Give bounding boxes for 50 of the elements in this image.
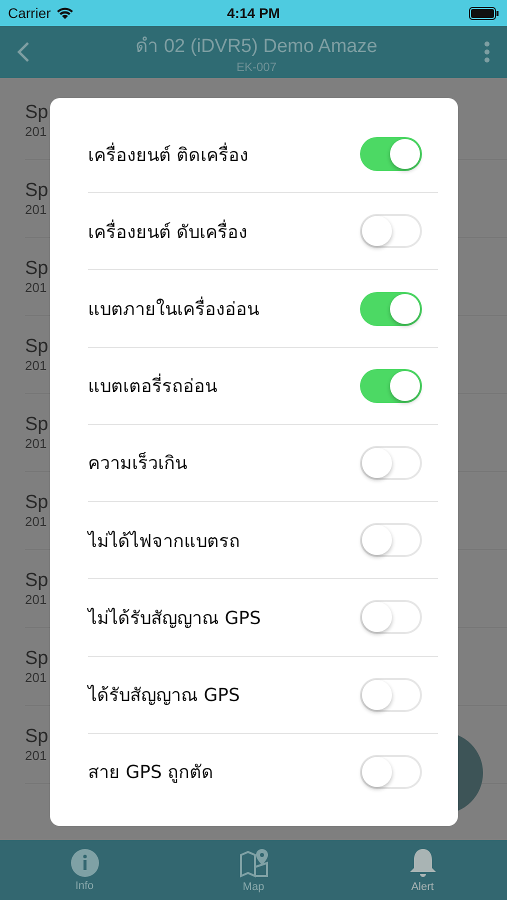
toggle-switch[interactable]	[360, 600, 422, 634]
alert-date: 201	[25, 124, 47, 139]
map-pin-icon	[238, 847, 270, 879]
vehicle-plate: EK-007	[236, 60, 277, 74]
toggle-switch[interactable]	[360, 446, 422, 480]
battery-icon	[469, 6, 499, 20]
alert-date: 201	[25, 592, 47, 607]
alert-title: Sp	[25, 726, 48, 748]
bell-icon	[408, 847, 438, 879]
alert-date: 201	[25, 748, 47, 763]
setting-label: เครื่องยนต์ ดับเครื่อง	[88, 218, 248, 245]
toggle-switch[interactable]	[360, 678, 422, 712]
setting-label: ความเร็วเกิน	[88, 451, 187, 476]
setting-label: สาย GPS ถูกตัด	[88, 761, 214, 786]
alert-date: 201	[25, 670, 47, 685]
wifi-icon	[56, 6, 74, 20]
tab-item[interactable]: Alert	[338, 840, 507, 900]
info-icon	[70, 848, 100, 878]
alert-title: Sp	[25, 102, 48, 124]
alert-date: 201	[25, 280, 47, 295]
toggle-switch[interactable]	[360, 368, 422, 403]
tab-item[interactable]: Map	[169, 840, 338, 900]
alert-title: Sp	[25, 492, 48, 514]
alert-title: Sp	[25, 336, 48, 358]
setting-label: ไม่ได้รับสัญญาณ GPS	[88, 606, 261, 631]
toggle-switch[interactable]	[360, 754, 422, 789]
alert-title: Sp	[25, 258, 48, 280]
setting-label: เครื่องยนต์ ติดเครื่อง	[88, 142, 249, 168]
alert-date: 201	[25, 436, 47, 451]
setting-label: ไม่ได้ไฟจากแบตรถ	[88, 530, 240, 554]
setting-label: แบตภายในเครื่องอ่อน	[88, 294, 259, 324]
toggle-switch[interactable]	[360, 137, 422, 172]
alert-date: 201	[25, 202, 47, 217]
alert-title: Sp	[25, 180, 48, 202]
setting-label: แบตเตอรี่รถอ่อน	[88, 371, 217, 400]
toggle-switch[interactable]	[360, 292, 422, 326]
carrier-label: Carrier	[8, 5, 51, 21]
alert-title: Sp	[25, 648, 48, 670]
back-icon[interactable]	[16, 41, 30, 63]
clock-time: 4:14 PM	[227, 5, 280, 21]
alert-title: Sp	[25, 414, 48, 436]
toggle-switch[interactable]	[360, 523, 422, 558]
toggle-switch[interactable]	[360, 214, 422, 248]
vehicle-title: ดำ 02 (iDVR5) Demo Amaze	[136, 35, 378, 59]
alert-date: 201	[25, 514, 47, 529]
tab-item[interactable]: Info	[0, 840, 169, 900]
alert-date: 201	[25, 358, 47, 373]
more-icon[interactable]	[483, 40, 491, 64]
alert-title: Sp	[25, 570, 48, 592]
setting-label: ได้รับสัญญาณ GPS	[88, 684, 240, 708]
